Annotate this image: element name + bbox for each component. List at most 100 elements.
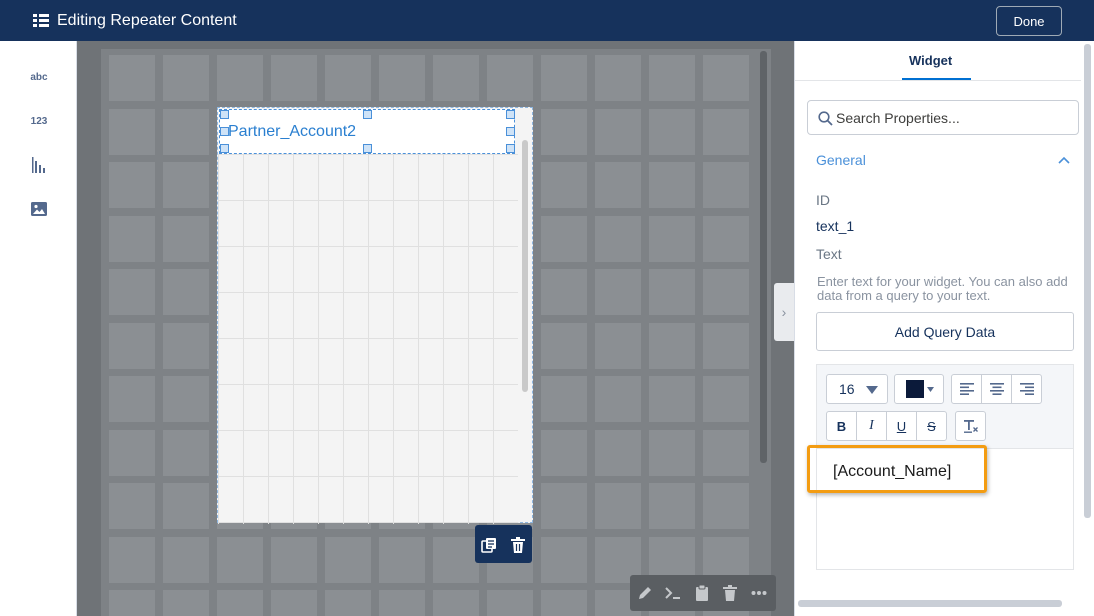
grid-cell (541, 322, 587, 369)
grid-cell (271, 590, 317, 616)
repeater-scrollbar[interactable] (522, 140, 528, 392)
grid-cell (163, 215, 209, 262)
search-properties (807, 100, 1079, 135)
grid-cell (595, 376, 641, 422)
bold-icon: B (836, 418, 847, 434)
align-right-button[interactable] (1011, 374, 1042, 404)
grid-cell (703, 429, 749, 476)
grid-cell (325, 590, 371, 616)
resize-handle[interactable] (220, 144, 229, 153)
grid-cell (109, 215, 155, 262)
more-icon[interactable] (751, 585, 767, 601)
grid-cell (649, 376, 695, 422)
grid-cell (595, 322, 641, 369)
resize-handle[interactable] (220, 127, 229, 136)
trash-icon[interactable] (722, 585, 738, 601)
underline-icon: U (896, 418, 907, 434)
grid-cell (541, 376, 587, 422)
grid-cell (109, 162, 155, 208)
text-icon: abc (30, 71, 48, 83)
grid-cell (703, 55, 749, 101)
panel-scrollbar-horizontal[interactable] (798, 600, 1062, 607)
grid-cell (487, 590, 533, 616)
section-general[interactable]: General (816, 152, 866, 168)
align-center-button[interactable] (981, 374, 1012, 404)
resize-handle[interactable] (506, 110, 515, 119)
grid-cell (163, 483, 209, 529)
underline-button[interactable]: U (886, 411, 917, 441)
clipboard-icon[interactable] (694, 585, 710, 601)
grid-cell (541, 536, 587, 583)
text-help: Enter text for your widget. You can also… (817, 274, 1068, 303)
duplicate-icon[interactable] (481, 537, 497, 553)
text-label: Text (816, 246, 842, 262)
italic-icon: I (869, 418, 874, 433)
grid-cell (379, 55, 425, 101)
add-query-data-button[interactable]: Add Query Data (816, 312, 1074, 351)
grid-cell (217, 55, 263, 101)
grid-cell (703, 483, 749, 529)
text-color-picker[interactable] (894, 374, 944, 404)
chevron-right-icon: › (781, 304, 787, 320)
grid-cell (109, 55, 155, 101)
chevron-up-icon[interactable] (1057, 153, 1071, 167)
search-input[interactable] (836, 101, 1076, 134)
canvas-scrollbar[interactable] (760, 51, 767, 463)
rail-item-text[interactable]: abc (22, 66, 56, 88)
align-right-icon (1019, 383, 1034, 395)
rail-item-chart[interactable] (22, 154, 56, 176)
grid-cell (433, 55, 479, 101)
grid-cell (649, 162, 695, 208)
grid-cell (541, 483, 587, 529)
grid-cell (109, 590, 155, 616)
canvas-toolbar (630, 575, 776, 611)
resize-handle[interactable] (363, 110, 372, 119)
grid-cell (595, 108, 641, 155)
resize-handle[interactable] (506, 127, 515, 136)
grid-cell (649, 483, 695, 529)
console-icon[interactable] (665, 585, 681, 601)
bold-button[interactable]: B (826, 411, 857, 441)
grid-cell (163, 429, 209, 476)
design-canvas[interactable]: Partner_Account2 (77, 41, 794, 616)
grid-cell (109, 322, 155, 369)
panel-scrollbar-vertical[interactable] (1084, 44, 1091, 518)
grid-cell (163, 322, 209, 369)
id-label: ID (816, 192, 830, 208)
repeater-frame[interactable]: Partner_Account2 (217, 107, 533, 524)
grid-cell (703, 162, 749, 208)
grid-cell (163, 376, 209, 422)
italic-button[interactable]: I (856, 411, 887, 441)
grid-cell (163, 536, 209, 583)
resize-handle[interactable] (220, 110, 229, 119)
collapse-panel-tab[interactable]: › (774, 283, 794, 341)
grid-cell (595, 483, 641, 529)
grid-cell (325, 55, 371, 101)
grid-cell (595, 215, 641, 262)
resize-handle[interactable] (506, 144, 515, 153)
grid-cell (379, 590, 425, 616)
done-button[interactable]: Done (996, 6, 1062, 36)
editor-toolbar: 16 B I U S (817, 365, 1073, 449)
grid-cell (649, 55, 695, 101)
grid-cell (271, 536, 317, 583)
strikethrough-icon: S (927, 418, 936, 434)
strikethrough-button[interactable]: S (916, 411, 947, 441)
resize-handle[interactable] (363, 144, 372, 153)
grid-cell (595, 55, 641, 101)
tab-widget[interactable]: Widget (909, 53, 952, 68)
font-size-select[interactable]: 16 (826, 374, 888, 404)
rail-item-image[interactable] (22, 198, 56, 220)
align-left-button[interactable] (951, 374, 982, 404)
grid-cell (541, 590, 587, 616)
trash-icon[interactable] (510, 537, 526, 553)
grid-cell (541, 108, 587, 155)
grid-cell (109, 376, 155, 422)
pencil-icon[interactable] (637, 585, 653, 601)
repeater-grid (218, 154, 518, 524)
grid-cell (541, 269, 587, 315)
grid-cell (649, 215, 695, 262)
clear-formatting-button[interactable] (955, 411, 986, 441)
rail-item-number[interactable]: 123 (22, 110, 56, 132)
clear-formatting-icon (963, 419, 978, 433)
